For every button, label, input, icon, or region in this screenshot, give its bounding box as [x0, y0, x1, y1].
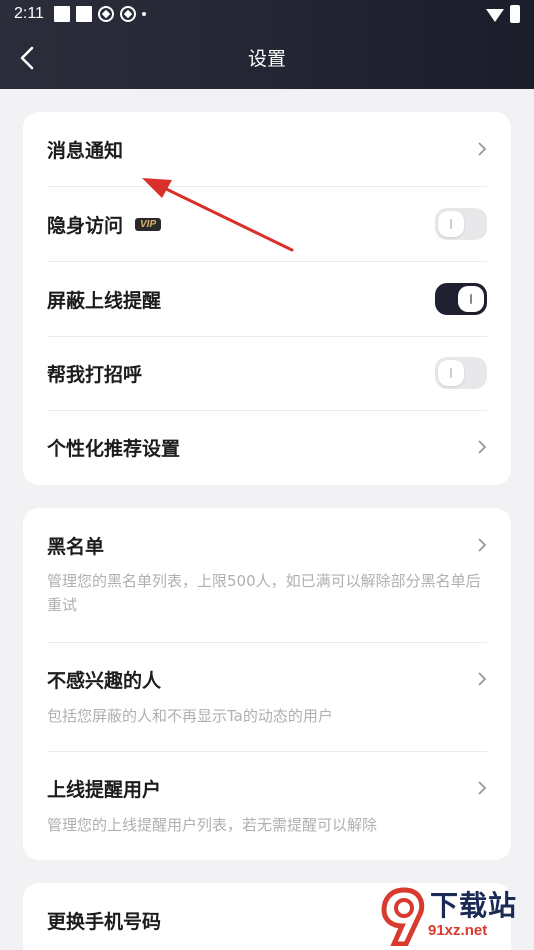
- notification-app-icon: [97, 6, 114, 22]
- message-notification-row[interactable]: 消息通知: [47, 132, 487, 166]
- online-reminder-users-row[interactable]: 上线提醒用户: [47, 771, 487, 805]
- chevron-right-icon: [478, 142, 487, 156]
- chevron-right-icon: [478, 538, 487, 552]
- site-watermark: 下载站 91xz.net: [380, 880, 530, 950]
- wifi-icon: [486, 8, 504, 22]
- block-online-reminder-row: 屏蔽上线提醒: [47, 282, 487, 316]
- divider: [47, 186, 487, 187]
- divider: [47, 410, 487, 411]
- stealth-visit-toggle[interactable]: [435, 208, 487, 240]
- toggle-knob: [438, 211, 464, 237]
- status-time: 2:11: [14, 5, 44, 22]
- status-right: [486, 5, 520, 23]
- battery-charging-icon: [510, 5, 520, 23]
- row-label: 消息通知: [47, 139, 124, 162]
- status-bar: 2:11: [0, 0, 534, 28]
- row-label: 上线提醒用户: [47, 778, 162, 801]
- blacklist-description: 管理您的黑名单列表，上限500人，如已满可以解除部分黑名单后重试: [47, 572, 481, 614]
- watermark-logo-icon: [381, 887, 425, 946]
- notification-app-icon: [119, 6, 136, 22]
- settings-card-users: 黑名单 管理您的黑名单列表，上限500人，如已满可以解除部分黑名单后重试 不感兴…: [23, 508, 511, 860]
- row-label: 屏蔽上线提醒: [47, 289, 162, 312]
- watermark-title: 下载站: [430, 889, 518, 922]
- not-interested-description: 包括您屏蔽的人和不再显示Ta的动态的用户: [47, 707, 333, 725]
- vip-badge: VIP: [135, 217, 162, 231]
- watermark-url: 91xz.net: [428, 922, 488, 939]
- divider: [47, 751, 487, 752]
- blacklist-row[interactable]: 黑名单: [47, 528, 487, 562]
- block-online-reminder-toggle[interactable]: [435, 283, 487, 315]
- row-label: 黑名单: [47, 535, 105, 558]
- divider: [47, 336, 487, 337]
- divider: [47, 261, 487, 262]
- toggle-knob: [458, 286, 484, 312]
- toggle-knob: [438, 360, 464, 386]
- chevron-right-icon: [478, 781, 487, 795]
- more-notifications-dot-icon: [141, 12, 146, 16]
- stealth-visit-row: 隐身访问 VIP: [47, 207, 487, 241]
- row-label: 帮我打招呼: [47, 363, 143, 386]
- divider: [47, 642, 487, 643]
- notification-square-icon: [75, 6, 92, 22]
- settings-card-general: 消息通知 隐身访问 VIP 屏蔽上线提醒 帮我打招呼 个性化推荐设置: [23, 112, 511, 485]
- personalized-recommendation-row[interactable]: 个性化推荐设置: [47, 430, 487, 464]
- notification-icons: [53, 6, 146, 22]
- row-label: 更换手机号码: [47, 910, 162, 933]
- auto-greet-row: 帮我打招呼: [47, 356, 487, 390]
- auto-greet-toggle[interactable]: [435, 357, 487, 389]
- chevron-right-icon: [478, 440, 487, 454]
- chevron-right-icon: [478, 672, 487, 686]
- row-label: 不感兴趣的人: [47, 669, 162, 692]
- app-header: 2:11 设置: [0, 0, 534, 89]
- not-interested-row[interactable]: 不感兴趣的人: [47, 662, 487, 696]
- page-title: 设置: [247, 48, 286, 70]
- row-label: 个性化推荐设置: [47, 437, 181, 460]
- notification-square-icon: [53, 6, 70, 22]
- row-label: 隐身访问: [47, 214, 124, 237]
- online-reminder-users-description: 管理您的上线提醒用户列表，若无需提醒可以解除: [47, 816, 378, 834]
